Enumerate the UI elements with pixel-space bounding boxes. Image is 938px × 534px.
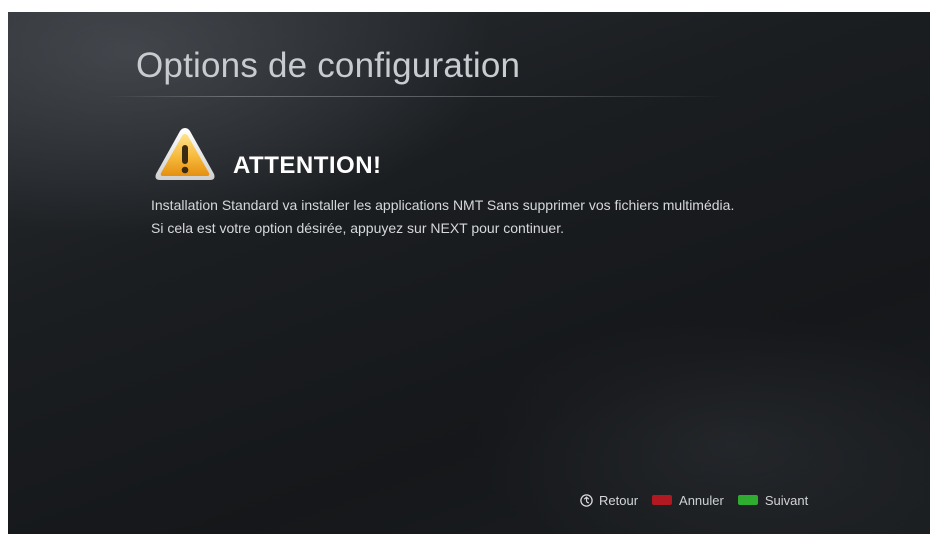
next-hint-label: Suivant	[764, 492, 809, 508]
warning-message-line-1: Installation Standard va installer les a…	[151, 197, 735, 213]
warning-icon	[155, 128, 215, 180]
back-hint-label: Retour	[599, 492, 639, 508]
setup-screen: Options de configuration ATTENTION! Inst…	[8, 12, 930, 534]
green-key-icon	[737, 495, 758, 505]
cancel-hint-label: Annuler	[679, 492, 724, 508]
warning-heading: ATTENTION!	[233, 152, 382, 179]
page-title: Options de configuration	[136, 46, 521, 85]
cancel-hint[interactable]: Annuler	[652, 493, 724, 508]
back-icon	[580, 493, 593, 507]
red-key-icon	[652, 495, 673, 505]
remote-key-hints: Retour Annuler Suivant	[580, 490, 808, 510]
next-hint[interactable]: Suivant	[737, 492, 809, 508]
title-divider	[106, 96, 726, 97]
warning-message-line-2: Si cela est votre option désirée, appuye…	[151, 220, 564, 236]
back-hint[interactable]: Retour	[580, 493, 638, 508]
